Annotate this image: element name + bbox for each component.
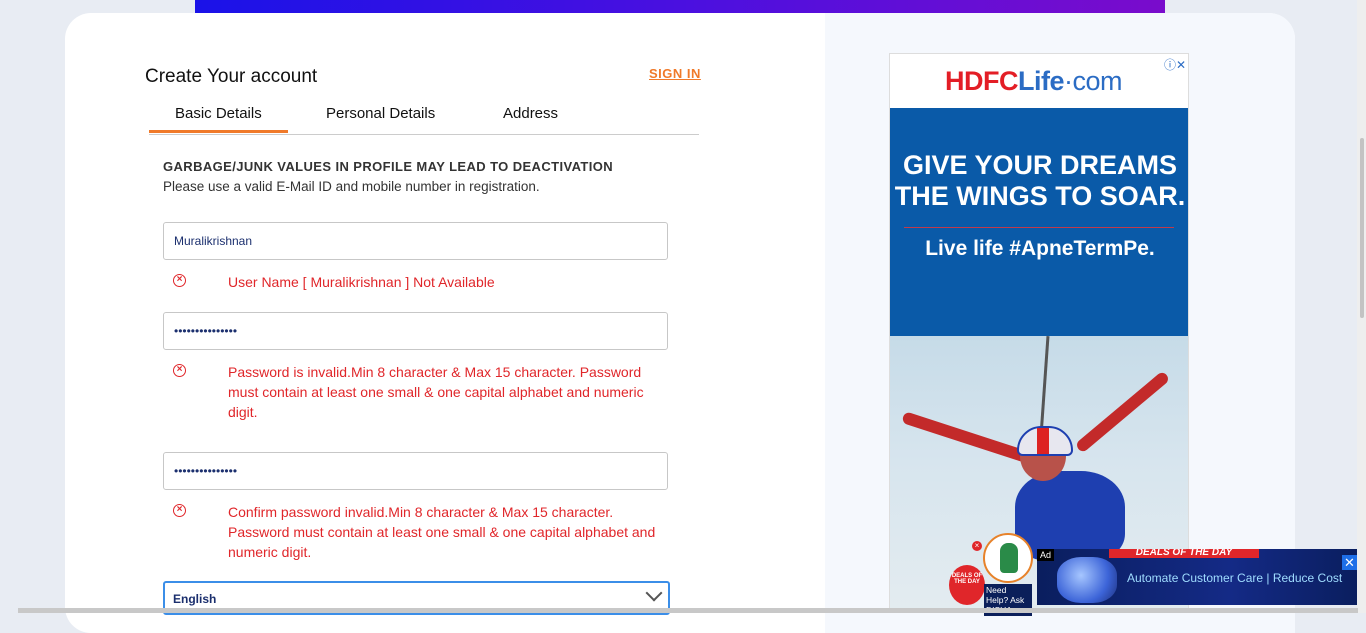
ad-subline: Live life #ApneTermPe. [925, 237, 1155, 260]
warning-title: GARBAGE/JUNK VALUES IN PROFILE MAY LEAD … [163, 159, 614, 174]
skydiver-arm [1074, 370, 1171, 454]
close-icon[interactable]: × [972, 541, 982, 551]
deals-of-day-ribbon: DEALS OF THE DAY [1109, 549, 1259, 558]
tab-personal-details[interactable]: Personal Details [326, 105, 435, 122]
rope-shape [1039, 336, 1050, 436]
deals-badge-text: DEALS OF THE DAY [951, 573, 983, 585]
bottom-ad-text: Automate Customer Care | Reduce Cost [1127, 571, 1343, 585]
ad-headline: GIVE YOUR DREAMS THE WINGS TO SOAR. [894, 150, 1186, 211]
scrollbar-thumb[interactable] [1360, 138, 1364, 318]
warning-subtitle: Please use a valid E-Mail ID and mobile … [163, 179, 540, 194]
hdfc-life-logo: HDFCLife·com [945, 66, 1123, 96]
error-icon: × [173, 364, 186, 377]
ad-divider [904, 227, 1174, 228]
error-icon: × [173, 274, 186, 287]
username-input[interactable] [163, 222, 668, 260]
disha-assistant-avatar[interactable] [983, 533, 1033, 583]
close-icon[interactable]: ✕ [1342, 555, 1357, 570]
confirm-password-error: Confirm password invalid.Min 8 character… [228, 504, 656, 560]
sign-in-link[interactable]: SIGN IN [649, 66, 701, 81]
error-icon: × [173, 504, 186, 517]
password-error: Password is invalid.Min 8 character & Ma… [228, 364, 644, 420]
skydiver-helmet [1017, 426, 1073, 456]
language-select-value: English [173, 592, 217, 606]
ad-headline-panel: GIVE YOUR DREAMS THE WINGS TO SOAR. Live… [890, 108, 1188, 336]
bottom-banner-ad[interactable]: Ad DEALS OF THE DAY Automate Customer Ca… [1037, 549, 1359, 605]
skydiver-body [1015, 471, 1125, 561]
ad-label: Ad [1037, 549, 1055, 561]
robot-image [1057, 557, 1117, 603]
chevron-down-icon [645, 584, 663, 602]
username-error: User Name [ Muralikrishnan ] Not Availab… [228, 274, 495, 290]
page-title: Create Your account [145, 66, 318, 87]
confirm-password-input[interactable] [163, 452, 668, 490]
password-input[interactable] [163, 312, 668, 350]
tab-basic-details[interactable]: Basic Details [149, 105, 288, 133]
hdfc-life-ad[interactable]: HDFCLife·com ⓘ✕ GIVE YOUR DREAMS THE WIN… [889, 53, 1189, 613]
ad-logo: HDFCLife·com ⓘ✕ [890, 54, 1188, 108]
tab-bar: Basic Details Personal Details Address [149, 97, 699, 135]
top-banner [195, 0, 1165, 13]
ad-choices-icon[interactable]: ⓘ✕ [1164, 56, 1186, 73]
skydiver-arm [901, 411, 1029, 463]
deals-badge[interactable] [949, 565, 985, 605]
tab-address[interactable]: Address [503, 105, 558, 122]
horizontal-scrollbar[interactable] [18, 608, 1358, 613]
